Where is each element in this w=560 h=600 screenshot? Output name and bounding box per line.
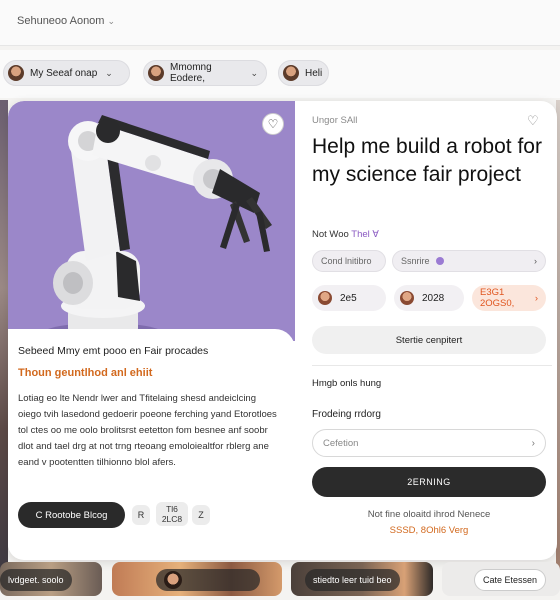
chevron-down-icon: ⌄ (250, 67, 258, 78)
share-button[interactable]: Stertie cenpitert (312, 326, 546, 354)
select-value: Cefetion (323, 437, 359, 449)
description-panel: Sebeed Mmy emt pooo en Fair procades Tho… (8, 329, 295, 548)
status-dot-icon (435, 257, 444, 265)
divider (312, 365, 552, 366)
avatar (283, 65, 299, 81)
filter-chip-label: Mmomng Eodere, (170, 62, 212, 84)
background-thumbnail-left (0, 100, 8, 570)
date-link-label: E3G1 2OGS0, (480, 287, 515, 309)
avatar (318, 291, 332, 305)
avatar (8, 65, 24, 81)
chevron-right-icon: › (531, 437, 535, 449)
chevron-right-icon: › (534, 256, 537, 266)
top-bar: Sehuneoo Aonom ⌄ (0, 0, 560, 46)
counter-top: Tl6 (166, 504, 178, 514)
thumbnail-card[interactable]: lvdgeet. soolo (0, 562, 102, 596)
heart-icon: ♡ (267, 117, 279, 131)
detail-card: ♡ Sebeed Mmy emt pooo en Fair procades T… (8, 101, 557, 560)
thumbnail-card[interactable]: Cate Etessen (442, 562, 560, 596)
robot-arm-illustration (43, 115, 272, 341)
thumbnail-label (156, 569, 260, 591)
date-chip-label: 2028 (422, 292, 445, 304)
field-label: Frodeing rrdorg (312, 409, 381, 420)
options-row: Cond lnitibro Ssnrire › (312, 250, 546, 272)
app-title: Sehuneoo Aonom (17, 15, 105, 27)
options-select-label: Ssnrire (401, 256, 430, 266)
footnote-link[interactable]: SSSD, 8Ohl6 Verg (305, 525, 553, 536)
filter-chip-1[interactable]: My Seeaf onap ⌄ (3, 60, 130, 86)
counter-bottom: 2LC8 (161, 514, 183, 524)
options-select[interactable]: Ssnrire › (392, 250, 546, 272)
filter-chip-label: My Seeaf onap (30, 67, 98, 79)
app-title-dropdown[interactable]: Sehuneoo Aonom ⌄ (17, 15, 115, 27)
category-tag: Ungor SAll (312, 115, 358, 126)
favorite-button[interactable]: ♡ (262, 113, 284, 135)
date-chip-label: 2e5 (340, 292, 357, 304)
filter-row: My Seeaf onap ⌄ Mmomng Eodere, ⌄ Heli (0, 50, 560, 98)
thumbnail-label: Cate Etessen (474, 569, 547, 591)
avatar (400, 291, 414, 305)
date-row: 2e5 2028 E3G1 2OGS0, › (312, 285, 546, 311)
author-line: Not Woo Thel ∀ (312, 229, 379, 240)
category-select[interactable]: Cefetion › (312, 429, 546, 457)
chevron-right-icon: › (534, 292, 538, 304)
chevron-down-icon: ⌄ (105, 67, 113, 78)
action-button-counter[interactable]: Tl6 2LC8 (156, 502, 188, 526)
date-link-chip[interactable]: E3G1 2OGS0, › (472, 285, 546, 311)
options-input[interactable]: Cond lnitibro (312, 250, 386, 272)
thumbnail-label: lvdgeet. soolo (0, 569, 72, 591)
bottom-strip: lvdgeet. soolo stiedto leer tuid beo Cat… (0, 560, 560, 600)
date-chip-b[interactable]: 2028 (394, 285, 464, 311)
section-title: Sebeed Mmy emt pooo en Fair procades (18, 345, 209, 357)
avatar (164, 571, 182, 589)
read-blog-button[interactable]: C Rootobe Blcog (18, 502, 125, 528)
thumbnail-label: stiedto leer tuid beo (305, 569, 400, 591)
page-title: Help me build a robot for my science fai… (312, 135, 542, 186)
section-subtitle: Thoun geuntlhod anl ehiit (18, 367, 153, 379)
action-button-z[interactable]: Z (192, 505, 210, 525)
primary-button[interactable]: 2ERNING (312, 467, 546, 497)
date-chip-a[interactable]: 2e5 (312, 285, 386, 311)
avatar (148, 65, 164, 81)
filter-chip-2[interactable]: Mmomng Eodere, ⌄ (143, 60, 267, 86)
hero-image: ♡ (8, 101, 295, 341)
heart-icon[interactable]: ♡ (527, 113, 539, 129)
field-label: Hmgb onls hung (312, 378, 382, 389)
chevron-down-icon: ⌄ (107, 16, 116, 26)
detail-right-panel: Ungor SAll ♡ Help me build a robot for m… (305, 101, 557, 560)
thumbnail-card[interactable] (112, 562, 282, 596)
description-text: Lotiag eo lte Nendr lwer and Tfitelaing … (18, 393, 277, 468)
filter-chip-label: Heli (305, 67, 323, 79)
thumbnail-card[interactable]: stiedto leer tuid beo (291, 562, 433, 596)
footnote: Not fine oloaitd ihrod Nenece (367, 509, 491, 520)
action-button-r[interactable]: R (132, 505, 150, 525)
author-label: Not Woo (312, 229, 349, 240)
filter-chip-3[interactable]: Heli (278, 60, 329, 86)
author-accent[interactable]: Thel ∀ (351, 229, 379, 240)
